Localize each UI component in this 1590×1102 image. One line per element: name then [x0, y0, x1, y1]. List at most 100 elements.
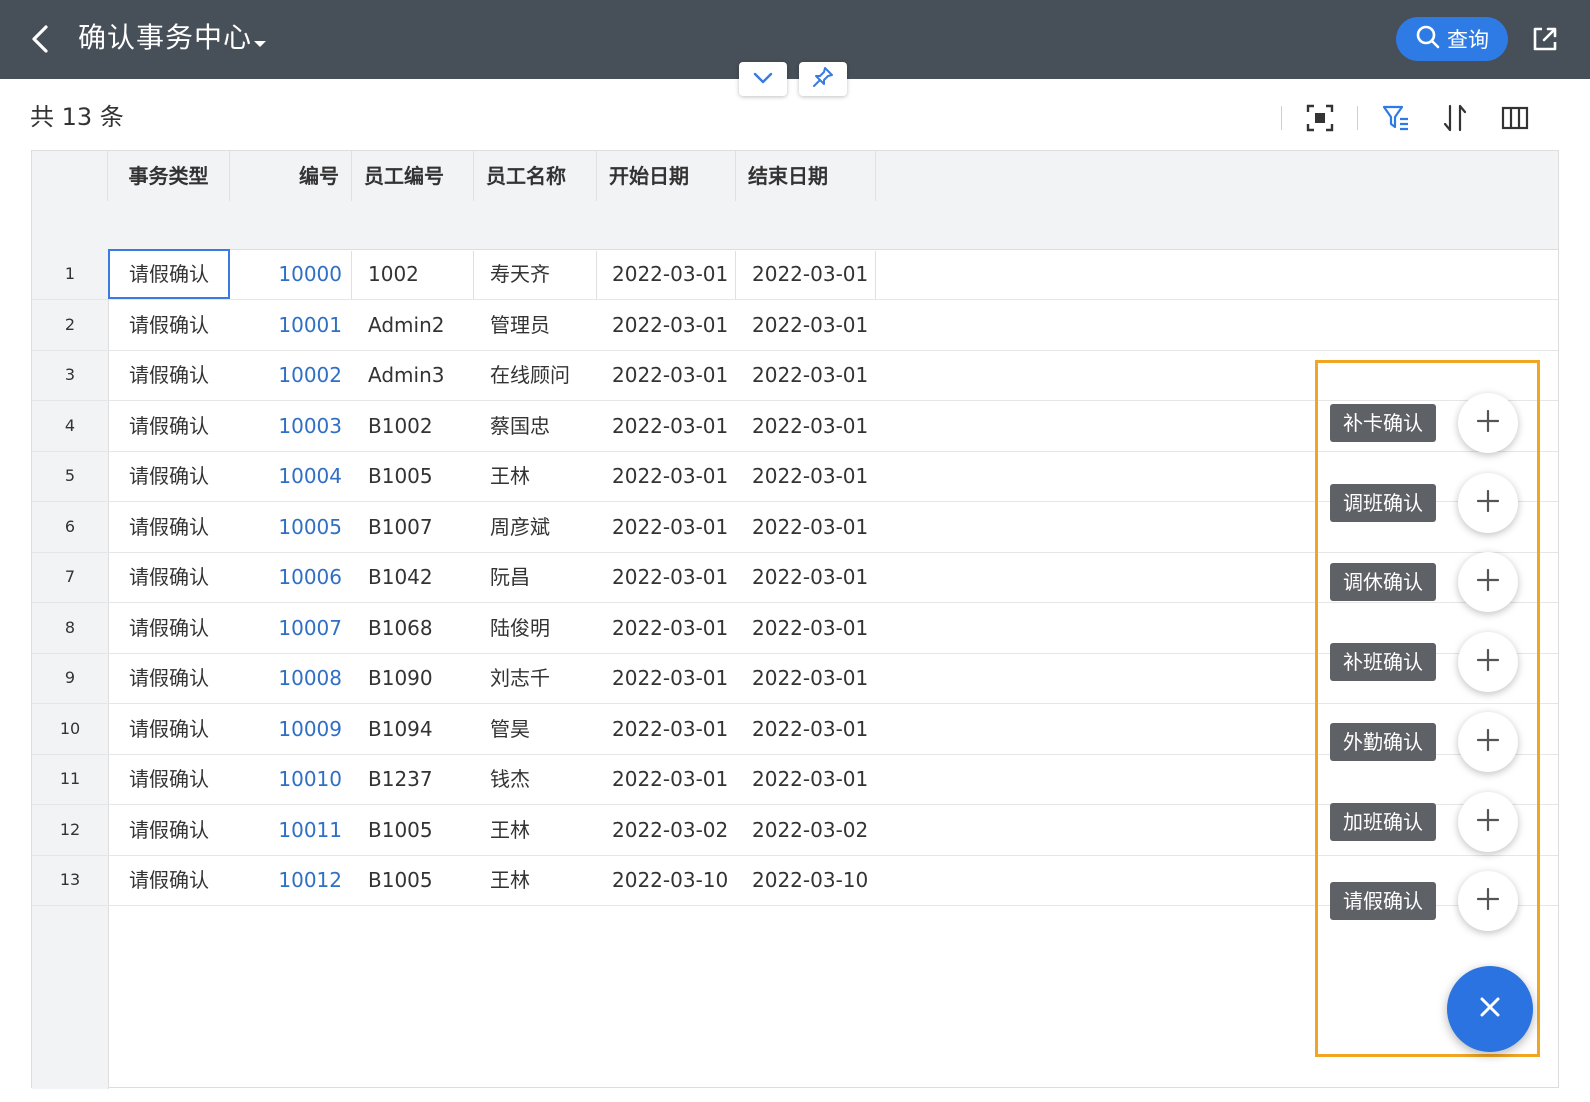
cell-end-date[interactable]: 2022-03-01 — [752, 451, 892, 501]
fab-menu-item[interactable]: 调班确认 — [1330, 470, 1520, 534]
column-header-end-date[interactable]: 结束日期 — [736, 151, 876, 201]
cell-end-date[interactable]: 2022-03-01 — [752, 603, 892, 653]
cell-employee-name[interactable]: 在线顾问 — [490, 350, 610, 400]
cell-end-date[interactable]: 2022-03-01 — [752, 249, 892, 299]
cell-employee-no[interactable]: B1005 — [368, 855, 478, 905]
cell-employee-no[interactable]: B1002 — [368, 401, 478, 451]
cell-end-date[interactable]: 2022-03-01 — [752, 401, 892, 451]
cell-type[interactable]: 请假确认 — [108, 653, 230, 703]
fab-item-label[interactable]: 补班确认 — [1330, 643, 1436, 682]
column-header-id[interactable]: 编号 — [230, 151, 352, 201]
cell-employee-name[interactable]: 王林 — [490, 805, 610, 855]
add-button[interactable] — [1458, 871, 1518, 932]
cell-id-link[interactable]: 10000 — [230, 249, 342, 299]
cell-type[interactable]: 请假确认 — [108, 603, 230, 653]
filter-icon[interactable] — [1381, 103, 1411, 133]
cell-start-date[interactable]: 2022-03-01 — [612, 350, 752, 400]
cell-employee-no[interactable]: B1005 — [368, 451, 478, 501]
cell-type[interactable]: 请假确认 — [108, 754, 230, 804]
add-button[interactable] — [1458, 552, 1518, 613]
cell-end-date[interactable]: 2022-03-01 — [752, 704, 892, 754]
add-button[interactable] — [1458, 393, 1518, 453]
cell-start-date[interactable]: 2022-03-01 — [612, 502, 752, 552]
column-header-start-date[interactable]: 开始日期 — [597, 151, 736, 201]
fab-item-label[interactable]: 调休确认 — [1330, 563, 1436, 602]
cell-employee-name[interactable]: 管理员 — [490, 300, 610, 350]
add-button[interactable] — [1458, 711, 1518, 772]
cell-type[interactable]: 请假确认 — [108, 300, 230, 350]
cell-start-date[interactable]: 2022-03-01 — [612, 300, 752, 350]
cell-end-date[interactable]: 2022-03-01 — [752, 754, 892, 804]
cell-type[interactable]: 请假确认 — [108, 704, 230, 754]
cell-employee-name[interactable]: 刘志千 — [490, 653, 610, 703]
cell-employee-name[interactable]: 王林 — [490, 451, 610, 501]
cell-employee-no[interactable]: Admin2 — [368, 300, 478, 350]
fab-menu-item[interactable]: 加班确认 — [1330, 789, 1520, 853]
cell-start-date[interactable]: 2022-03-02 — [612, 805, 752, 855]
cell-id-link[interactable]: 10003 — [230, 401, 342, 451]
column-header-employee-no[interactable]: 员工编号 — [352, 151, 474, 201]
cell-type[interactable]: 请假确认 — [108, 502, 230, 552]
cell-employee-no[interactable]: B1068 — [368, 603, 478, 653]
cell-id-link[interactable]: 10001 — [230, 300, 342, 350]
fab-menu-item[interactable]: 补班确认 — [1330, 629, 1520, 693]
column-header-employee-name[interactable]: 员工名称 — [474, 151, 597, 201]
fab-menu-item[interactable]: 外勤确认 — [1330, 709, 1520, 773]
cell-id-link[interactable]: 10010 — [230, 754, 342, 804]
cell-employee-no[interactable]: 1002 — [368, 249, 478, 299]
cell-employee-no[interactable]: Admin3 — [368, 350, 478, 400]
cell-id-link[interactable]: 10002 — [230, 350, 342, 400]
cell-id-link[interactable]: 10012 — [230, 855, 342, 905]
cell-employee-name[interactable]: 陆俊明 — [490, 603, 610, 653]
cell-start-date[interactable]: 2022-03-10 — [612, 855, 752, 905]
cell-end-date[interactable]: 2022-03-02 — [752, 805, 892, 855]
fab-item-label[interactable]: 请假确认 — [1330, 882, 1436, 921]
cell-type[interactable]: 请假确认 — [108, 249, 230, 299]
add-button[interactable] — [1458, 791, 1518, 852]
cell-id-link[interactable]: 10008 — [230, 653, 342, 703]
cell-employee-no[interactable]: B1237 — [368, 754, 478, 804]
cell-employee-no[interactable]: B1042 — [368, 552, 478, 602]
columns-icon[interactable] — [1500, 103, 1530, 133]
fab-close-button[interactable] — [1447, 966, 1533, 1052]
cell-start-date[interactable]: 2022-03-01 — [612, 603, 752, 653]
collapse-button[interactable] — [739, 62, 787, 96]
cell-id-link[interactable]: 10004 — [230, 451, 342, 501]
sort-icon[interactable] — [1440, 103, 1470, 133]
cell-end-date[interactable]: 2022-03-10 — [752, 855, 892, 905]
cell-employee-name[interactable]: 王林 — [490, 855, 610, 905]
cell-type[interactable]: 请假确认 — [108, 805, 230, 855]
query-button[interactable]: 查询 — [1396, 17, 1508, 61]
cell-type[interactable]: 请假确认 — [108, 855, 230, 905]
pin-button[interactable] — [799, 62, 847, 96]
cell-type[interactable]: 请假确认 — [108, 552, 230, 602]
table-row[interactable]: 1 请假确认 10000 1002 寿天齐 2022-03-01 2022-03-01 — [32, 249, 1558, 300]
cell-end-date[interactable]: 2022-03-01 — [752, 653, 892, 703]
cell-id-link[interactable]: 10005 — [230, 502, 342, 552]
fab-item-label[interactable]: 调班确认 — [1330, 483, 1436, 522]
add-button[interactable] — [1458, 472, 1518, 533]
back-icon[interactable] — [24, 22, 58, 56]
table-row[interactable]: 2 请假确认 10001 Admin2 管理员 2022-03-01 2022-03-01 — [32, 300, 1558, 351]
cell-id-link[interactable]: 10009 — [230, 704, 342, 754]
cell-end-date[interactable]: 2022-03-01 — [752, 300, 892, 350]
cell-start-date[interactable]: 2022-03-01 — [612, 754, 752, 804]
cell-type[interactable]: 请假确认 — [108, 401, 230, 451]
cell-employee-no[interactable]: B1094 — [368, 704, 478, 754]
cell-start-date[interactable]: 2022-03-01 — [612, 704, 752, 754]
share-icon[interactable] — [1530, 24, 1560, 54]
cell-employee-name[interactable]: 周彦斌 — [490, 502, 610, 552]
cell-employee-no[interactable]: B1007 — [368, 502, 478, 552]
cell-employee-name[interactable]: 钱杰 — [490, 754, 610, 804]
cell-employee-no[interactable]: B1090 — [368, 653, 478, 703]
cell-start-date[interactable]: 2022-03-01 — [612, 552, 752, 602]
cell-type[interactable]: 请假确认 — [108, 451, 230, 501]
cell-end-date[interactable]: 2022-03-01 — [752, 350, 892, 400]
cell-employee-name[interactable]: 寿天齐 — [490, 249, 610, 299]
cell-employee-name[interactable]: 蔡国忠 — [490, 401, 610, 451]
cell-employee-name[interactable]: 管昊 — [490, 704, 610, 754]
cell-end-date[interactable]: 2022-03-01 — [752, 552, 892, 602]
cell-id-link[interactable]: 10006 — [230, 552, 342, 602]
fab-menu-item[interactable]: 调休确认 — [1330, 549, 1520, 613]
cell-employee-name[interactable]: 阮昌 — [490, 552, 610, 602]
